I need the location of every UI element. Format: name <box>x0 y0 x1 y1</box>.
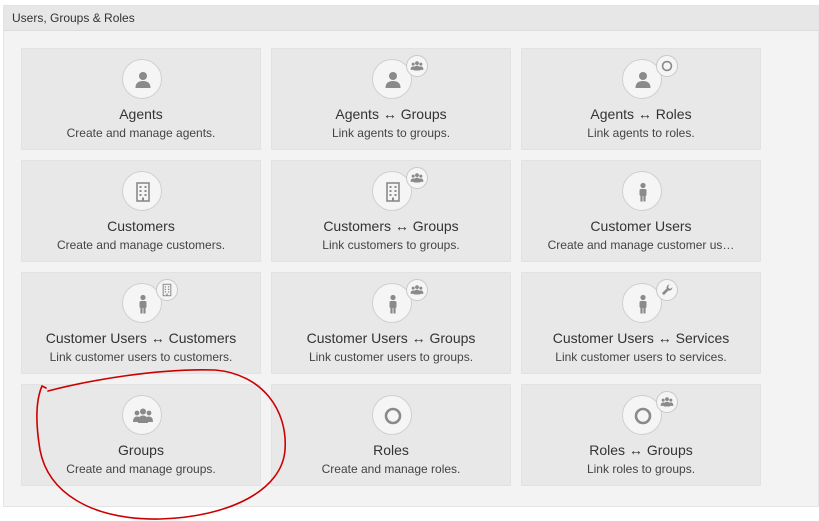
tile-title: Customer Users ↔ Customers <box>45 330 237 346</box>
tile-title: Roles ↔ Groups <box>589 442 693 458</box>
tile-customer-users-services[interactable]: Customer Users ↔ Services Link customer u… <box>521 272 761 374</box>
tile-title: Groups <box>118 442 164 458</box>
tile-description: Link agents to roles. <box>587 126 695 140</box>
tile-customer-users-groups[interactable]: Customer Users ↔ Groups Link customer use… <box>271 272 511 374</box>
tile-customer-users[interactable]: Customer Users Create and manage customer… <box>521 160 761 262</box>
tile-groups[interactable]: Groups Create and manage groups. <box>21 384 261 486</box>
tile-description: Link customer users to customers. <box>49 350 233 364</box>
role-icon <box>372 395 412 435</box>
tile-title: Customer Users ↔ Services <box>552 330 730 346</box>
badge-group-icon <box>406 279 428 301</box>
building-icon <box>122 171 162 211</box>
customer-user-icon <box>622 171 662 211</box>
tile-description: Create and manage roles. <box>321 462 461 476</box>
badge-role-icon <box>656 55 678 77</box>
tile-title: Customers <box>107 218 175 234</box>
group-icon <box>122 395 162 435</box>
tile-title: Agents ↔ Groups <box>335 106 447 122</box>
tile-title: Agents ↔ Roles <box>590 106 692 122</box>
tile-title: Customers ↔ Groups <box>323 218 459 234</box>
badge-wrench-icon <box>656 279 678 301</box>
tile-title: Customer Users <box>590 218 692 234</box>
tile-agents-groups[interactable]: Agents ↔ Groups Link agents to groups. <box>271 48 511 150</box>
tile-description: Create and manage agents. <box>66 126 216 140</box>
tile-agents[interactable]: Agents Create and manage agents. <box>21 48 261 150</box>
tile-description: Create and manage groups. <box>66 462 216 476</box>
tile-title: Roles <box>373 442 409 458</box>
badge-group-icon <box>406 55 428 77</box>
tile-description: Link customers to groups. <box>322 238 460 252</box>
tile-customers-groups[interactable]: Customers ↔ Groups Link customers to grou… <box>271 160 511 262</box>
tile-title: Customer Users ↔ Groups <box>306 330 476 346</box>
badge-group-icon <box>656 391 678 413</box>
tile-roles[interactable]: Roles Create and manage roles. <box>271 384 511 486</box>
tile-customer-users-customers[interactable]: Customer Users ↔ Customers Link customer … <box>21 272 261 374</box>
tile-grid: Agents Create and manage agents. Agents ↔ … <box>21 48 765 488</box>
tile-description: Link customer users to services. <box>555 350 727 364</box>
badge-group-icon <box>406 167 428 189</box>
tile-customers[interactable]: Customers Create and manage customers. <box>21 160 261 262</box>
tile-description: Link agents to groups. <box>331 126 451 140</box>
badge-building-icon <box>156 279 178 301</box>
tile-description: Link roles to groups. <box>586 462 696 476</box>
tile-agents-roles[interactable]: Agents ↔ Roles Link agents to roles. <box>521 48 761 150</box>
tile-title: Agents <box>119 106 163 122</box>
tile-description: Create and manage customers. <box>56 238 226 252</box>
tile-description: Create and manage customer us… <box>547 238 735 252</box>
admin-panel: Users, Groups & Roles Agents Create and m… <box>3 5 819 507</box>
tile-description: Link customer users to groups. <box>308 350 474 364</box>
panel-title: Users, Groups & Roles <box>4 6 818 31</box>
agent-icon <box>122 59 162 99</box>
tile-roles-groups[interactable]: Roles ↔ Groups Link roles to groups. <box>521 384 761 486</box>
